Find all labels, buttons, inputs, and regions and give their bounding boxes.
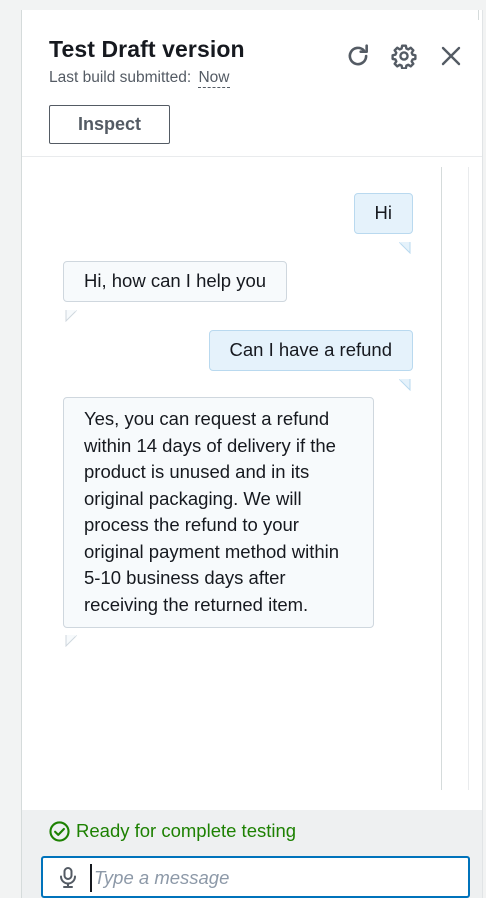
scrollbar[interactable]: [441, 167, 469, 790]
message-input-box[interactable]: [41, 856, 470, 898]
message-input[interactable]: [90, 864, 456, 892]
microphone-icon[interactable]: [59, 867, 77, 888]
user-message: Hi: [353, 193, 413, 234]
close-button[interactable]: [436, 41, 466, 71]
panel-title: Test Draft version: [49, 36, 245, 62]
refresh-icon: [348, 44, 368, 66]
bot-bubble-tail: [65, 310, 77, 322]
settings-button[interactable]: [389, 41, 419, 71]
ready-status: Ready for complete testing: [49, 820, 296, 842]
check-circle-icon: [49, 820, 70, 842]
user-bubble-tail: [399, 242, 411, 254]
bot-message: Yes, you can request a refund within 14 …: [63, 397, 374, 628]
close-icon: [441, 46, 461, 66]
chat-transcript[interactable]: Hi Hi, how can I help you Can I have a r…: [22, 157, 484, 800]
panel-header: Test Draft version Last build submitted:…: [22, 10, 482, 157]
build-status-label: Last build submitted:: [49, 69, 192, 86]
status-text: Ready for complete testing: [76, 820, 297, 841]
user-bubble-tail: [399, 379, 411, 391]
chat-footer: Ready for complete testing: [22, 810, 482, 898]
refresh-button[interactable]: [343, 41, 373, 71]
inspect-button[interactable]: Inspect: [49, 105, 170, 144]
gear-icon: [391, 44, 417, 69]
bot-bubble-tail: [65, 635, 77, 647]
bot-message: Hi, how can I help you: [63, 261, 288, 302]
build-status-value[interactable]: Now: [198, 69, 230, 88]
test-panel: Test Draft version Last build submitted:…: [21, 10, 483, 898]
build-status-line: Last build submitted: Now: [49, 69, 230, 88]
user-message: Can I have a refund: [208, 330, 413, 371]
